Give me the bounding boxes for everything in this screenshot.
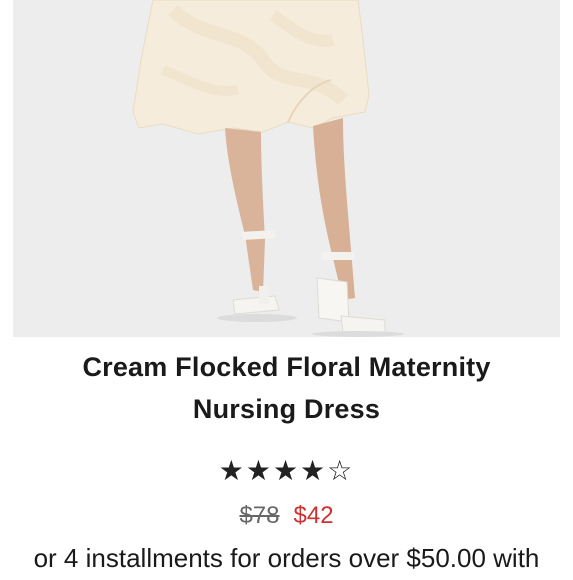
installments-text: or 4 installments for orders over $50.00… (33, 543, 540, 573)
star-filled-icon: ★ (300, 455, 328, 486)
product-page: Cream Flocked Floral Maternity Nursing D… (0, 0, 573, 580)
star-rating[interactable]: ★★★★☆ (0, 454, 573, 488)
product-title: Cream Flocked Floral Maternity Nursing D… (0, 346, 573, 430)
star-empty-icon: ☆ (327, 455, 355, 486)
product-image[interactable] (13, 0, 560, 337)
product-title-line-1: Cream Flocked Floral Maternity (82, 352, 491, 382)
product-title-line-2: Nursing Dress (192, 394, 381, 424)
original-price: $78 (239, 502, 280, 529)
sale-price: $42 (293, 502, 334, 529)
star-filled-icon: ★ (272, 455, 301, 486)
star-filled-icon: ★ (245, 455, 273, 486)
price: $78 $42 (0, 499, 573, 533)
star-filled-icon: ★ (218, 455, 246, 486)
